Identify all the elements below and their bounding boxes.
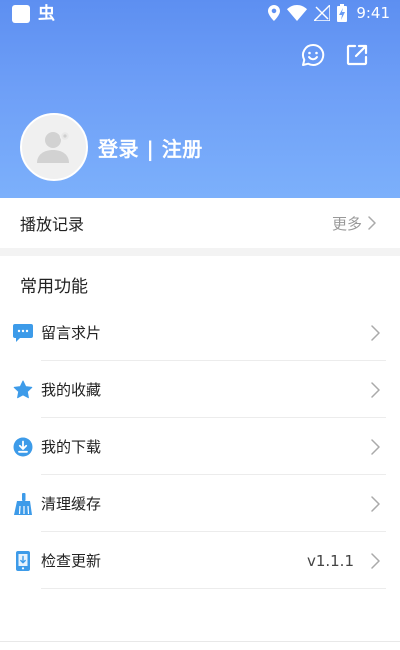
clock: 9:41 [356,4,390,22]
chevron-right-icon [371,438,380,455]
list-item-clear-cache[interactable]: 清理缓存 [0,475,400,532]
no-signal-icon [314,5,331,21]
star-icon [13,380,33,400]
list-item-label: 我的下载 [41,438,102,456]
list-item-label: 我的收藏 [41,381,102,399]
play-history-row[interactable]: 播放记录 更多 [0,198,400,248]
location-icon [268,5,281,21]
chevron-right-icon [371,552,380,569]
section-divider [0,248,400,256]
download-icon [13,437,33,457]
battery-charging-icon [337,4,348,22]
avatar[interactable] [20,113,88,181]
wifi-icon [287,5,308,21]
status-bar: 虫 9:41 [0,0,400,28]
more-label: 更多 [331,214,362,233]
chevron-right-icon [368,216,376,230]
list-item-downloads[interactable]: 我的下载 [0,418,400,475]
chevron-right-icon [371,324,380,341]
external-link-icon [346,44,368,66]
list-item-label: 留言求片 [41,324,102,342]
row-divider [41,588,386,589]
more-link[interactable]: 更多 [332,213,376,234]
profile-header: 虫 9:41 登录 | 注册 [0,0,400,198]
login-register-link[interactable]: 登录 | 注册 [98,133,203,162]
message-icon [13,323,33,343]
play-history-title: 播放记录 [20,215,85,234]
list-item-favorites[interactable]: 我的收藏 [0,361,400,418]
login-area[interactable]: 登录 | 注册 [20,113,203,181]
list-item-request-movie[interactable]: 留言求片 [0,304,400,361]
version-value: v1.1.1 [306,551,354,570]
notification-glyph: 虫 [38,4,55,24]
share-button[interactable] [344,42,370,68]
chevron-right-icon [371,381,380,398]
function-list: 留言求片 我的收藏 我的下载 清理缓存 检查更新 v1.1.1 [0,304,400,589]
list-item-label: 检查更新 [41,552,102,570]
bottom-divider [0,641,400,642]
chevron-right-icon [371,495,380,512]
list-item-label: 清理缓存 [41,495,102,513]
default-user-icon [37,130,71,163]
broom-icon [13,492,33,515]
list-item-check-update[interactable]: 检查更新 v1.1.1 [0,532,400,589]
common-functions-title: 常用功能 [20,277,88,297]
notification-app-icon [12,5,30,23]
feedback-button[interactable] [300,42,326,68]
chat-face-icon [302,43,325,66]
update-icon [13,550,33,571]
